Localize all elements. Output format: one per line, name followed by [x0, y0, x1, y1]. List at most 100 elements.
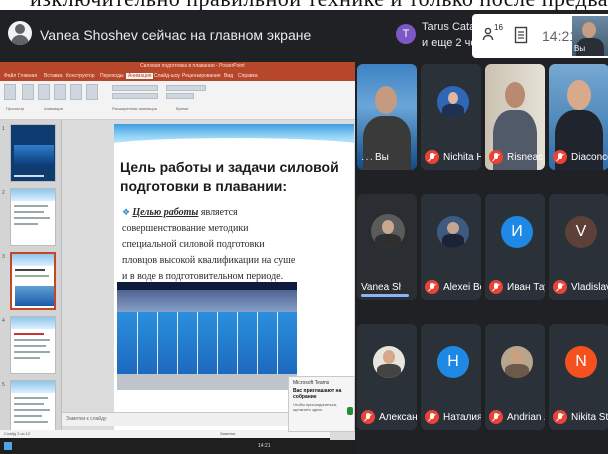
- participant-tile[interactable]: Alexei Borti...: [421, 194, 481, 300]
- pool-photo: [117, 282, 297, 390]
- slide-wave-curve: [114, 138, 354, 158]
- participant-name: Nikita Stupak: [571, 412, 608, 423]
- ppt-tab-row: Файл Главная Вставка Конструктор Переходы Ани…: [0, 72, 355, 81]
- ribbon-group-animation: Анимация: [44, 106, 63, 111]
- raised-hands-chip[interactable]: T Tarus Catalin и еще 2 чел.: [392, 18, 486, 54]
- slide-thumbnails: 1 2 3 4 5: [0, 120, 62, 442]
- participant-tile[interactable]: N Nikita Stupak: [549, 324, 608, 430]
- ppt-tab: Конструктор: [66, 73, 95, 79]
- speaking-indicator: [361, 294, 409, 297]
- participant-name: Вы: [375, 152, 389, 163]
- top-right-panel: 16 14:21 Вы: [472, 14, 608, 58]
- animation-style-3: [54, 84, 66, 100]
- participant-tile[interactable]: H Наталия Сте...: [421, 324, 481, 430]
- animation-style-5: [86, 84, 98, 100]
- participant-avatar: [501, 346, 533, 378]
- thumb-number: 2: [2, 190, 5, 196]
- start-select: [166, 85, 206, 91]
- ppt-titlebar: Силовая подготовка в плавании - PowerPoi…: [0, 62, 355, 72]
- animation-pane-button: [112, 85, 158, 91]
- slide-thumb-2: [10, 188, 56, 246]
- slide-body-text: является совершенствование методики спец…: [122, 207, 296, 282]
- participant-tile[interactable]: Diaconco Eu...: [549, 64, 608, 170]
- ppt-tab: Рецензирование: [182, 73, 221, 79]
- ppt-tab: Вставка: [44, 73, 63, 79]
- caption-text: изключительно правильной технике и тольк…: [30, 0, 608, 10]
- notification-body: Чтобы присоединиться, щелкните здесь.: [293, 402, 338, 412]
- ppt-tab: Главная: [18, 73, 38, 79]
- taskbar-tray: [330, 432, 355, 440]
- participant-avatar: [373, 346, 405, 378]
- caption-strip: изключительно правильной технике и тольк…: [0, 0, 608, 10]
- ppt-title: Силовая подготовка в плавании - PowerPoi…: [140, 63, 245, 69]
- participant-tile[interactable]: Александр: [357, 324, 417, 430]
- participant-avatar: [371, 214, 405, 248]
- participant-tile[interactable]: ··· Вы: [357, 64, 417, 170]
- participant-name: Vanea Shosh...: [361, 282, 401, 293]
- participant-grid: ··· Вы Nichita Ники... Risneac Boris Dia…: [355, 62, 608, 454]
- windows-start-icon: [4, 442, 12, 450]
- participant-avatar: H: [437, 346, 469, 378]
- preview-button: [4, 84, 16, 100]
- ppt-tab: Переходы: [100, 73, 124, 79]
- thumb-number: 4: [2, 318, 5, 324]
- chat-icon[interactable]: [514, 26, 528, 44]
- people-count: 16: [494, 23, 503, 32]
- participant-name: Diaconco Eu...: [571, 152, 608, 163]
- ribbon-group-preview: Просмотр: [6, 106, 25, 111]
- participant-name: Risneac Boris: [507, 152, 545, 163]
- participant-name: Andrian Zghi...: [507, 412, 545, 423]
- slide-thumb-1: [10, 124, 56, 182]
- ppt-tab: Справка: [238, 73, 258, 79]
- slide-body: ❖ Целью работы является совершенствовани…: [122, 204, 300, 285]
- participant-avatar: [437, 86, 469, 118]
- animation-style-4: [70, 84, 82, 100]
- participant-avatar: И: [501, 216, 533, 248]
- thumb-number: 1: [2, 126, 5, 132]
- bullet-icon: ❖: [122, 207, 133, 217]
- mic-off-icon: [425, 150, 439, 164]
- slide-title: Цель работы и задачи силовой подготовки …: [120, 159, 339, 194]
- notes-placeholder: Заметки к слайду: [66, 416, 107, 422]
- participant-tile[interactable]: Risneac Boris: [485, 64, 545, 170]
- mic-off-icon: [489, 410, 503, 424]
- taskbar-clock: 14:21: [258, 443, 271, 449]
- participant-tile[interactable]: V Vladislav Ser...: [549, 194, 608, 300]
- windows-taskbar: 14:21: [0, 438, 355, 454]
- participant-tile[interactable]: И Иван Таукчи: [485, 194, 545, 300]
- notification-app: Microsoft Teams: [293, 380, 330, 386]
- presenter-avatar: [8, 21, 32, 45]
- mic-off-icon: [425, 280, 439, 294]
- ppt-tab: Слайд-шоу: [154, 73, 180, 79]
- self-preview-label: Вы: [574, 44, 586, 53]
- participant-name: Александр: [379, 412, 417, 423]
- duration-field: [166, 93, 194, 99]
- mic-off-icon: [553, 150, 567, 164]
- notification-toast: Microsoft Teams Вас приглашают на собран…: [288, 376, 355, 432]
- slide-counter: Слайд 3 из 12: [4, 431, 31, 436]
- thumb-number: 3: [2, 254, 5, 260]
- notes-toggle: Заметки: [220, 431, 236, 436]
- ribbon-group-advanced: Расширенная анимация: [112, 106, 157, 111]
- presenting-label: Vanea Shoshev сейчас на главном экране: [40, 27, 312, 43]
- participant-avatar: [437, 216, 469, 248]
- ribbon-group-timing: Время: [176, 106, 189, 111]
- mic-off-icon: [425, 410, 439, 424]
- ppt-tab: Файл: [4, 73, 17, 79]
- chip-avatar: T: [396, 24, 416, 44]
- thumb-number: 5: [2, 382, 5, 388]
- teams-icon: [347, 407, 353, 415]
- participant-tile[interactable]: Andrian Zghi...: [485, 324, 545, 430]
- participant-name: Vladislav Ser...: [571, 282, 608, 293]
- participant-name: Nichita Ники...: [443, 152, 481, 163]
- participant-tile[interactable]: Vanea Shosh...: [357, 194, 417, 300]
- participant-tile[interactable]: Nichita Ники...: [421, 64, 481, 170]
- more-options-icon[interactable]: ···: [361, 154, 374, 165]
- animation-style-2: [38, 84, 50, 100]
- mic-off-icon: [553, 280, 567, 294]
- slide-thumb-3: [10, 252, 56, 310]
- mic-off-icon: [361, 410, 375, 424]
- self-preview[interactable]: Вы: [572, 16, 608, 56]
- participant-avatar: V: [565, 216, 597, 248]
- animation-style-1: [22, 84, 34, 100]
